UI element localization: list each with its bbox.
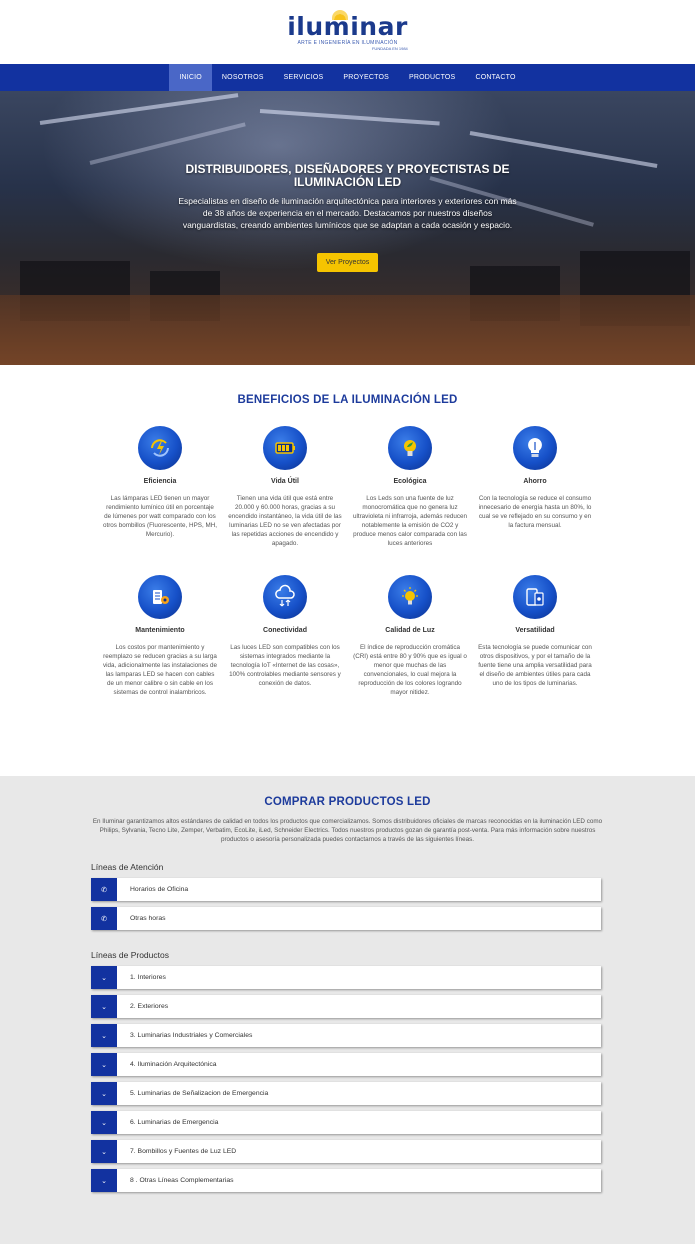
hero-text: Especialistas en diseño de iluminación a… — [178, 196, 517, 230]
ver-proyectos-button[interactable]: Ver Proyectos — [316, 253, 379, 272]
accordion-label: 3. Luminarias Industriales y Comerciales — [130, 1032, 253, 1039]
accordion-item-interiores[interactable]: ⌄ 1. Interiores — [91, 966, 601, 989]
benefit-text: Los costos por mantenimiento y reemplazo… — [102, 644, 218, 696]
accordion-label: 4. Iluminación Arquitectónica — [130, 1061, 217, 1068]
accordion-item-exteriores[interactable]: ⌄ 2. Exteriores — [91, 995, 601, 1018]
devices-icon — [513, 575, 557, 619]
phone-icon: ✆ — [91, 878, 117, 901]
benefit-title: Calidad de Luz — [385, 627, 435, 634]
product-lines-list: ⌄ 1. Interiores ⌄ 2. Exteriores ⌄ 3. Lum… — [91, 966, 601, 1192]
nav-item-contacto[interactable]: CONTACTO — [465, 64, 525, 91]
products-intro: En Iluminar garantizamos altos estándare… — [92, 818, 603, 843]
hero-title: DISTRIBUIDORES, DISEÑADORES Y PROYECTIST… — [185, 162, 510, 189]
phone-icon: ✆ — [91, 907, 117, 930]
benefit-title: Conectividad — [263, 627, 307, 634]
main-nav: INICIO NOSOTROS SERVICIOS PROYECTOS PROD… — [0, 64, 695, 91]
benefit-text: Las luces LED son compatibles con los si… — [229, 644, 341, 687]
benefit-text: Con la tecnología se reduce el consumo i… — [478, 495, 592, 529]
accordion-label: 7. Bombillos y Fuentes de Luz LED — [130, 1148, 237, 1155]
benefit-text: Las lámparas LED tienen un mayor rendimi… — [102, 495, 218, 538]
site-header: iluminar ARTE E INGENIERÍA EN ILUMINACIÓ… — [0, 0, 695, 64]
ceiling-light — [39, 93, 239, 125]
accordion-label: 1. Interiores — [130, 974, 166, 981]
accordion-item-complementarias[interactable]: ⌄ 8 . Otras Líneas Complementarias — [91, 1169, 601, 1192]
refresh-bolt-icon — [138, 426, 182, 470]
benefits-grid: Eficiencia Las lámparas LED tienen un ma… — [0, 426, 695, 548]
benefit-card: Versatilidad Esta tecnología se puede co… — [475, 575, 595, 697]
products-title: COMPRAR PRODUCTOS LED — [264, 796, 431, 808]
benefit-text: Tienen una vida útil que está entre 20.0… — [228, 495, 342, 547]
chevron-down-icon: ⌄ — [91, 995, 117, 1018]
nav-item-servicios[interactable]: SERVICIOS — [274, 64, 334, 91]
eco-bulb-icon — [388, 426, 432, 470]
attention-lines-list: ✆ Horarios de Oficina ✆ Otras horas — [91, 878, 601, 930]
benefit-card: Calidad de Luz El índice de reproducción… — [350, 575, 470, 697]
nav-item-proyectos[interactable]: PROYECTOS — [333, 64, 399, 91]
logo-founded: FUNDADA EN 1984 — [371, 45, 408, 51]
benefits-grid: Mantenimiento Los costos por mantenimien… — [0, 575, 695, 697]
product-lines-title: Líneas de Productos — [91, 950, 169, 960]
bright-bulb-icon — [388, 575, 432, 619]
bulb-icon — [513, 426, 557, 470]
accordion-label: 6. Luminarias de Emergencia — [130, 1119, 219, 1126]
chevron-down-icon: ⌄ — [91, 1169, 117, 1192]
products-section: COMPRAR PRODUCTOS LED En Iluminar garant… — [0, 776, 695, 1244]
accordion-label: 5. Luminarias de Señalizacion de Emergen… — [130, 1090, 269, 1097]
accordion-label: 8 . Otras Líneas Complementarias — [130, 1177, 234, 1184]
accordion-item-otras-horas[interactable]: ✆ Otras horas — [91, 907, 601, 930]
nav-item-inicio[interactable]: INICIO — [169, 64, 212, 91]
chevron-down-icon: ⌄ — [91, 1024, 117, 1047]
benefits-title: BENEFICIOS DE LA ILUMINACIÓN LED — [237, 394, 458, 406]
cloud-icon — [263, 575, 307, 619]
accordion-item-horarios-oficina[interactable]: ✆ Horarios de Oficina — [91, 878, 601, 901]
battery-icon — [263, 426, 307, 470]
chevron-down-icon: ⌄ — [91, 1053, 117, 1076]
chevron-down-icon: ⌄ — [91, 1140, 117, 1163]
logo-tagline: ARTE E INGENIERÍA EN ILUMINACIÓN — [297, 39, 398, 46]
accordion-label: Horarios de Oficina — [130, 886, 189, 893]
benefit-title: Vida Útil — [271, 478, 299, 485]
sun-icon — [332, 9, 349, 20]
accordion-label: 2. Exteriores — [130, 1003, 169, 1010]
benefit-card: Mantenimiento Los costos por mantenimien… — [100, 575, 220, 697]
hero-floor — [0, 295, 695, 365]
benefit-card: Eficiencia Las lámparas LED tienen un ma… — [100, 426, 220, 548]
chevron-down-icon: ⌄ — [91, 1082, 117, 1105]
chevron-down-icon: ⌄ — [91, 1111, 117, 1134]
attention-lines-title: Líneas de Atención — [91, 862, 164, 872]
accordion-item-arquitectonica[interactable]: ⌄ 4. Iluminación Arquitectónica — [91, 1053, 601, 1076]
benefit-text: Esta tecnología se puede comunicar con o… — [478, 644, 592, 687]
accordion-item-senalizacion[interactable]: ⌄ 5. Luminarias de Señalizacion de Emerg… — [91, 1082, 601, 1105]
benefit-card: Ahorro Con la tecnología se reduce el co… — [475, 426, 595, 548]
benefit-title: Eficiencia — [143, 478, 177, 485]
benefits-section: BENEFICIOS DE LA ILUMINACIÓN LED Eficien… — [0, 365, 695, 776]
benefit-title: Mantenimiento — [135, 627, 185, 634]
site-logo[interactable]: iluminar ARTE E INGENIERÍA EN ILUMINACIÓ… — [287, 9, 408, 51]
benefit-card: Conectividad Las luces LED son compatibl… — [225, 575, 345, 697]
hero-banner: DISTRIBUIDORES, DISEÑADORES Y PROYECTIST… — [0, 91, 695, 365]
accordion-label: Otras horas — [130, 915, 166, 922]
benefit-title: Ahorro — [523, 478, 547, 485]
ceiling-light — [89, 122, 246, 165]
hero-content: DISTRIBUIDORES, DISEÑADORES Y PROYECTIST… — [0, 163, 695, 272]
nav-item-nosotros[interactable]: NOSOTROS — [212, 64, 274, 91]
accordion-item-bombillos[interactable]: ⌄ 7. Bombillos y Fuentes de Luz LED — [91, 1140, 601, 1163]
ceiling-light — [259, 109, 440, 126]
accordion-item-emergencia[interactable]: ⌄ 6. Luminarias de Emergencia — [91, 1111, 601, 1134]
benefit-card: Ecológica Los Leds son una fuente de luz… — [350, 426, 470, 548]
benefit-text: Los Leds son una fuente de luz monocromá… — [352, 495, 468, 547]
chevron-down-icon: ⌄ — [91, 966, 117, 989]
benefit-text: El índice de reproducción cromática (CRI… — [353, 644, 467, 696]
benefit-title: Versatilidad — [515, 627, 555, 634]
tools-icon — [138, 575, 182, 619]
nav-item-productos[interactable]: PRODUCTOS — [399, 64, 465, 91]
benefit-card: Vida Útil Tienen una vida útil que está … — [225, 426, 345, 548]
benefit-title: Ecológica — [393, 478, 427, 485]
accordion-item-industriales[interactable]: ⌄ 3. Luminarias Industriales y Comercial… — [91, 1024, 601, 1047]
